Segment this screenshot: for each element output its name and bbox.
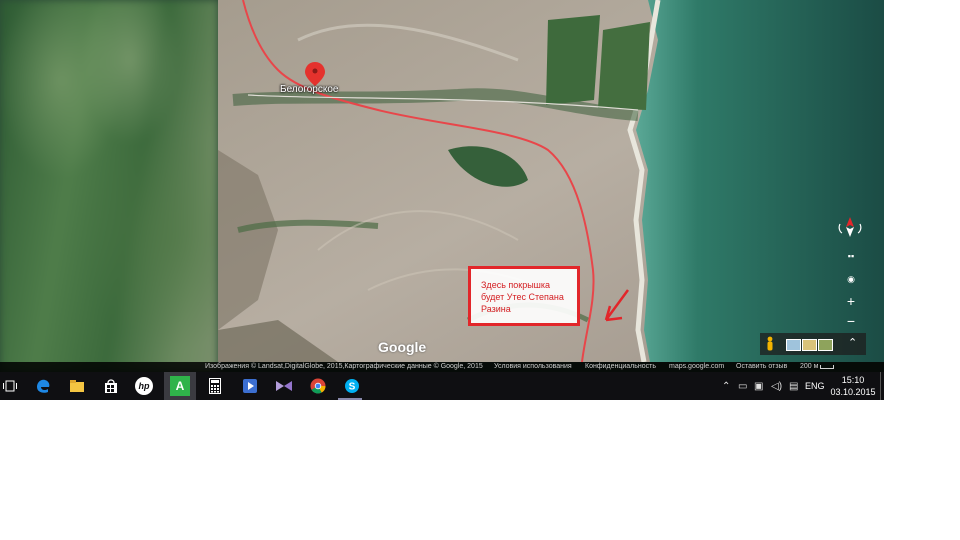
task-view-icon[interactable] bbox=[0, 376, 20, 396]
scale-label: 200 м bbox=[800, 363, 819, 370]
imagery-attribution: Изображения © Landsat,DigitalGlobe, 2015… bbox=[205, 363, 483, 370]
visual-studio-icon[interactable] bbox=[274, 376, 294, 396]
map-bottom-tray: ⌃ bbox=[760, 333, 866, 355]
battery-icon[interactable]: ▭ bbox=[738, 381, 747, 392]
grid-icon[interactable]: ▪▪ bbox=[845, 251, 857, 261]
google-logo: Google bbox=[378, 339, 427, 355]
feedback-link[interactable]: Оставить отзыв bbox=[736, 362, 787, 372]
app-a-icon[interactable]: A bbox=[170, 376, 190, 396]
zoom-out-button[interactable]: − bbox=[844, 313, 858, 329]
chrome-icon[interactable] bbox=[308, 376, 328, 396]
show-desktop-button[interactable] bbox=[880, 372, 884, 400]
windows-taskbar: hp A S ⌃ ▭ ▣ ◁) ▤ ENG 15:10 03.10.2015 bbox=[0, 372, 884, 400]
blurred-background-image bbox=[0, 0, 218, 372]
clock-date[interactable]: 03.10.2015 bbox=[828, 387, 878, 397]
locate-icon[interactable]: ◉ bbox=[845, 274, 857, 285]
layer-thumbnail-earth[interactable] bbox=[818, 339, 833, 351]
satellite-map[interactable]: Белогорское Google Здесь покрышка будет … bbox=[218, 0, 884, 362]
compass-icon[interactable] bbox=[837, 214, 863, 240]
store-icon[interactable] bbox=[101, 376, 121, 396]
clock-time[interactable]: 15:10 bbox=[828, 375, 878, 385]
pegman-icon[interactable] bbox=[766, 336, 774, 351]
annotation-box: Здесь покрышка будет Утес Степана Разина bbox=[468, 266, 580, 326]
place-label: Белогорское bbox=[280, 84, 339, 95]
chevron-up-icon[interactable]: ⌃ bbox=[722, 381, 730, 392]
privacy-link[interactable]: Конфиденциальность bbox=[585, 362, 656, 372]
annotation-line: будет Утес Степана bbox=[481, 292, 564, 302]
zoom-in-button[interactable]: + bbox=[844, 293, 858, 309]
edge-icon[interactable] bbox=[33, 376, 53, 396]
hp-icon[interactable]: hp bbox=[135, 377, 153, 395]
language-indicator[interactable]: ENG bbox=[805, 381, 825, 391]
site-link[interactable]: maps.google.com bbox=[669, 362, 724, 372]
desktop-screen: Белогорское Google Здесь покрышка будет … bbox=[0, 0, 884, 400]
skype-icon[interactable]: S bbox=[342, 376, 362, 396]
calculator-icon[interactable] bbox=[205, 376, 225, 396]
volume-icon[interactable]: ◁) bbox=[771, 381, 782, 392]
running-indicator bbox=[338, 398, 362, 400]
layer-thumbnail-map[interactable] bbox=[786, 339, 801, 351]
network-icon[interactable]: ▣ bbox=[754, 381, 763, 392]
file-explorer-icon[interactable] bbox=[67, 376, 87, 396]
annotation-line: Здесь покрышка bbox=[481, 280, 551, 290]
map-attribution-bar: Изображения © Landsat,DigitalGlobe, 2015… bbox=[0, 362, 884, 372]
media-player-icon[interactable] bbox=[240, 376, 260, 396]
layer-thumbnail-terrain[interactable] bbox=[802, 339, 817, 351]
notification-icon[interactable]: ▤ bbox=[789, 381, 798, 392]
expand-chevron-icon[interactable]: ⌃ bbox=[848, 336, 857, 349]
scale-bar bbox=[820, 365, 834, 369]
svg-text:S: S bbox=[349, 382, 356, 393]
annotation-line: Разина bbox=[481, 304, 511, 314]
terms-link[interactable]: Условия использования bbox=[494, 362, 572, 372]
